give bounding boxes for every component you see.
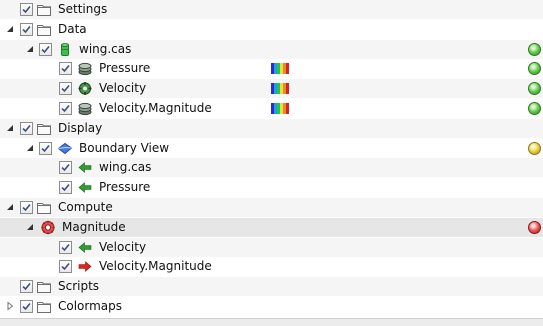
visibility-checkbox[interactable]	[59, 240, 72, 254]
scalar-field-icon	[77, 61, 93, 76]
status-green-icon	[528, 62, 541, 76]
tree-row-wing-cas-8[interactable]: wing.cas	[0, 158, 543, 178]
tree-row-label: wing.cas	[99, 160, 152, 175]
visibility-checkbox[interactable]	[59, 260, 72, 274]
tree-row-label: Colormaps	[58, 299, 123, 313]
folder-icon	[36, 200, 52, 215]
tree-row-velocity-4[interactable]: Velocity	[0, 79, 543, 99]
tree-row-label: Velocity.Magnitude	[99, 259, 212, 274]
visibility-checkbox[interactable]	[20, 201, 33, 214]
visibility-checkbox[interactable]	[20, 121, 33, 135]
tree-row-label: Display	[58, 120, 103, 135]
tree-row-label: Pressure	[99, 180, 151, 195]
visibility-checkbox[interactable]	[59, 82, 72, 96]
status-yellow-icon	[528, 141, 541, 155]
tree-row-boundary-view-7[interactable]: Boundary View	[0, 138, 543, 158]
tree-row-settings-0[interactable]: Settings	[0, 0, 543, 19]
tree-row-label: Velocity	[99, 239, 147, 254]
visibility-checkbox[interactable]	[59, 62, 72, 76]
tree-row-velocity-magnitude-5[interactable]: Velocity.Magnitude	[0, 99, 543, 118]
colormap-swatch-icon[interactable]	[271, 83, 290, 95]
vector-field-icon	[77, 81, 93, 96]
tree-row-label: Boundary View	[79, 140, 170, 155]
tree-row-velocity-12[interactable]: Velocity	[0, 237, 543, 257]
tree-row-scripts-14[interactable]: Scripts	[0, 277, 543, 297]
folder-icon	[36, 299, 52, 314]
tree-row-label: Velocity.Magnitude	[99, 101, 212, 115]
visibility-checkbox[interactable]	[59, 102, 72, 115]
pipeline-tree: Settings Data wing.cas Pressure Velocity…	[0, 0, 543, 318]
expanded-triangle-icon[interactable]	[5, 123, 15, 133]
tree-row-label: Compute	[58, 200, 113, 214]
output-arrow-icon	[77, 259, 93, 274]
expanded-triangle-icon[interactable]	[25, 143, 35, 153]
folder-icon	[36, 22, 52, 37]
input-arrow-icon	[77, 240, 93, 255]
tree-row-label: Scripts	[58, 279, 100, 294]
input-arrow-icon	[77, 160, 93, 175]
status-green-icon	[528, 102, 541, 115]
tree-row-compute-10[interactable]: Compute	[0, 198, 543, 217]
visibility-checkbox[interactable]	[20, 280, 33, 294]
visibility-checkbox[interactable]	[59, 161, 72, 175]
tree-row-label: Velocity	[99, 81, 147, 96]
scalar-field-icon	[77, 101, 93, 116]
visibility-checkbox[interactable]	[20, 22, 33, 36]
expanded-triangle-icon[interactable]	[25, 44, 35, 54]
tree-row-velocity-magnitude-13[interactable]: Velocity.Magnitude	[0, 257, 543, 277]
status-red-icon	[528, 220, 541, 234]
tree-row-label: Magnitude	[62, 219, 126, 234]
expanded-triangle-icon[interactable]	[5, 24, 15, 34]
boundary-view-icon	[57, 141, 73, 156]
colormap-swatch-icon[interactable]	[271, 63, 290, 75]
folder-icon	[36, 279, 52, 294]
collapsed-triangle-icon[interactable]	[5, 301, 15, 311]
input-arrow-icon	[77, 180, 93, 195]
tree-row-magnitude-11[interactable]: Magnitude	[0, 217, 543, 237]
tree-row-data-1[interactable]: Data	[0, 19, 543, 39]
folder-icon	[36, 2, 52, 17]
bottom-scrollbar[interactable]	[0, 318, 543, 326]
visibility-checkbox[interactable]	[59, 181, 72, 195]
visibility-checkbox[interactable]	[39, 42, 52, 56]
tree-row-pressure-9[interactable]: Pressure	[0, 178, 543, 198]
expanded-triangle-icon[interactable]	[5, 202, 15, 212]
visibility-checkbox[interactable]	[39, 141, 52, 155]
folder-icon	[36, 121, 52, 136]
dataset-cylinder-icon	[57, 42, 73, 57]
status-green-icon	[528, 42, 541, 56]
tree-row-label: wing.cas	[79, 41, 132, 56]
visibility-checkbox[interactable]	[20, 300, 33, 313]
tree-row-colormaps-15[interactable]: Colormaps	[0, 297, 543, 316]
compute-filter-icon	[40, 220, 56, 235]
colormap-swatch-icon[interactable]	[271, 103, 290, 114]
visibility-checkbox[interactable]	[20, 3, 33, 16]
expanded-triangle-icon[interactable]	[25, 222, 35, 232]
tree-row-display-6[interactable]: Display	[0, 118, 543, 138]
tree-row-label: Settings	[58, 2, 108, 16]
tree-row-pressure-3[interactable]: Pressure	[0, 59, 543, 79]
status-green-icon	[528, 82, 541, 96]
tree-row-label: Data	[58, 21, 87, 36]
tree-row-label: Pressure	[99, 61, 151, 76]
tree-row-wing-cas-2[interactable]: wing.cas	[0, 39, 543, 59]
